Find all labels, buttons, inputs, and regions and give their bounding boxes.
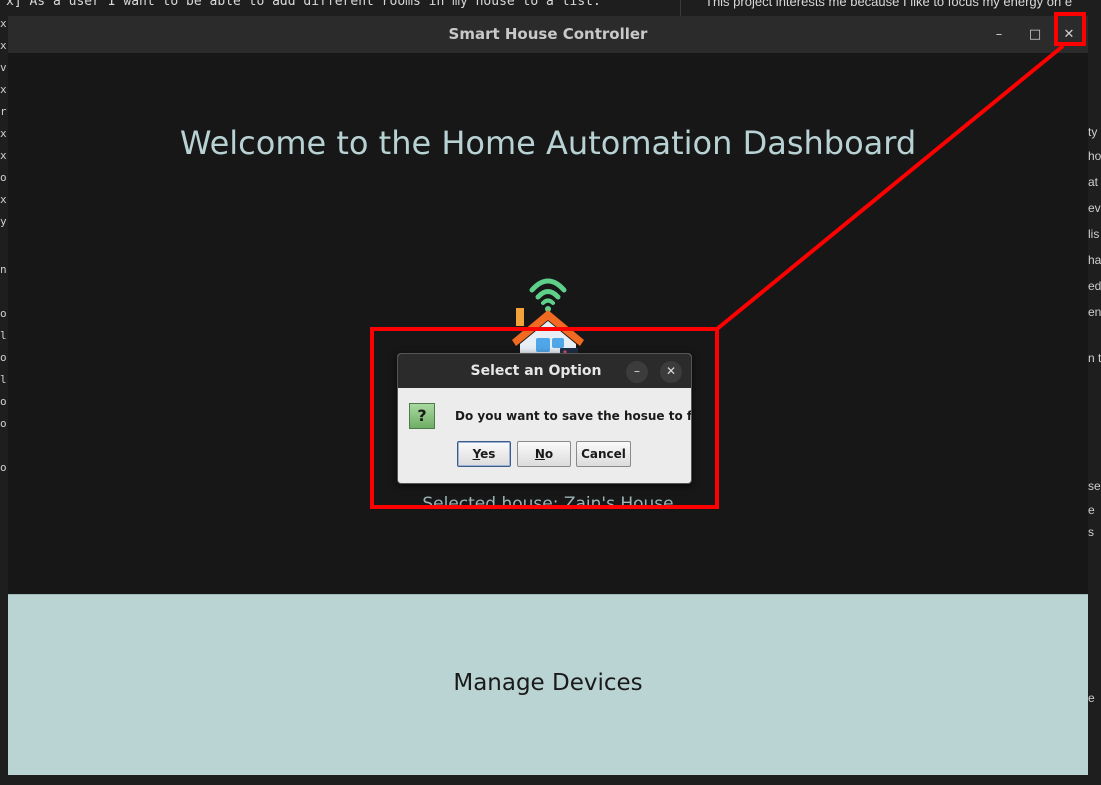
yes-button[interactable]: Yes <box>457 441 511 467</box>
no-button[interactable]: No <box>517 441 571 467</box>
dialog-close-button[interactable]: ✕ <box>660 361 682 383</box>
dialog-minimize-button[interactable]: – <box>626 361 648 383</box>
dialog-message: Do you want to save the hosue to file? <box>455 409 692 423</box>
save-dialog: Select an Option – ✕ ? Do you want to sa… <box>397 353 692 484</box>
yes-label-rest: es <box>480 447 496 461</box>
cancel-button[interactable]: Cancel <box>576 441 631 467</box>
question-icon: ? <box>409 403 435 429</box>
dialog-title-bar[interactable]: Select an Option – ✕ <box>398 354 691 388</box>
no-mnemonic: N <box>534 447 545 461</box>
no-label-rest: o <box>544 447 554 461</box>
annotation-close-highlight <box>1054 12 1086 46</box>
